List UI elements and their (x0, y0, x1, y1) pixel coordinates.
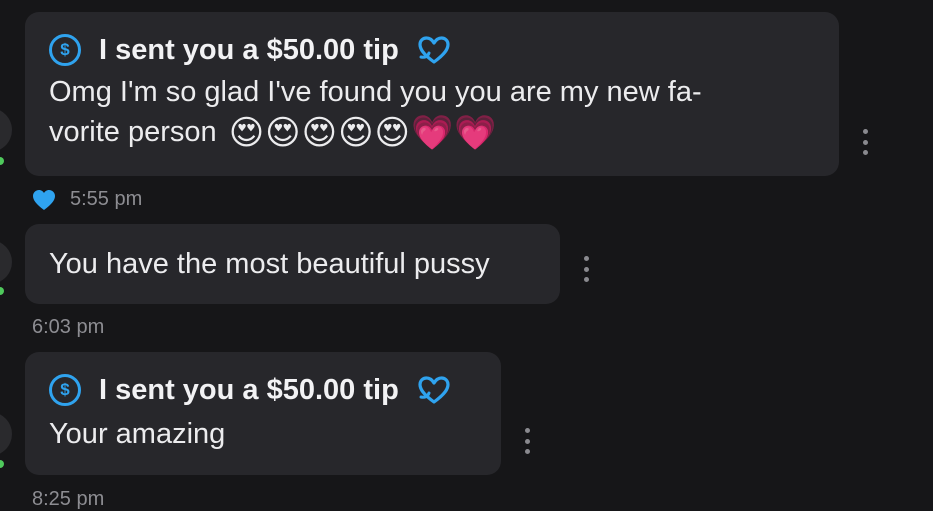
heart-outline-icon[interactable] (417, 35, 451, 65)
message-text: You have the most beautiful pussy (49, 248, 490, 280)
message-text: Your amazing (49, 418, 226, 450)
kebab-menu-icon[interactable] (579, 256, 593, 282)
message-bubble[interactable]: You have the most beautiful pussy (25, 224, 560, 304)
heart-eyes-emoji: 😍 (228, 114, 265, 153)
pink-heart-emoji: 💗 (454, 114, 497, 153)
message-line: vorite person 😍 😍 😍 😍 😍 💗 💗 (49, 112, 839, 152)
heart-filled-icon[interactable] (32, 189, 56, 211)
timestamp-text: 5:55 pm (70, 188, 143, 210)
message-bubble-tip[interactable]: $ I sent you a $50.00 tip Your amazing (25, 352, 501, 475)
sender-avatar[interactable] (0, 108, 12, 152)
emoji-group: 😍 😍 😍 😍 😍 💗 💗 (229, 116, 497, 150)
message-timestamp: 6:03 pm (32, 316, 104, 339)
heart-eyes-emoji: 😍 (338, 114, 374, 153)
message-timestamp: 8:25 pm (32, 488, 104, 511)
message-text: Omg I'm so glad I've found you you are m… (49, 72, 839, 152)
tip-header: $ I sent you a $50.00 tip (49, 30, 839, 70)
sender-avatar[interactable] (0, 412, 12, 456)
dollar-circle-icon: $ (49, 374, 81, 406)
timestamp-text: 8:25 pm (32, 488, 105, 510)
dollar-circle-icon: $ (49, 34, 81, 66)
heart-eyes-emoji: 😍 (265, 114, 301, 153)
online-indicator (0, 157, 4, 165)
message-timestamp: 5:55 pm (32, 188, 142, 211)
pink-heart-emoji: 💗 (410, 114, 454, 153)
tip-amount-label: I sent you a $50.00 tip (99, 33, 399, 66)
message-line: Omg I'm so glad I've found you you are m… (49, 76, 702, 108)
sender-avatar[interactable] (0, 240, 12, 284)
kebab-menu-icon[interactable] (858, 129, 872, 155)
tip-header: $ I sent you a $50.00 tip (49, 370, 501, 410)
heart-eyes-emoji: 😍 (301, 114, 338, 153)
online-indicator (0, 460, 4, 468)
message-bubble-tip[interactable]: $ I sent you a $50.00 tip Omg I'm so gla… (25, 12, 839, 176)
heart-outline-icon[interactable] (417, 375, 451, 405)
tip-amount-label: I sent you a $50.00 tip (99, 373, 399, 406)
message-line-text: vorite person (49, 116, 217, 148)
timestamp-text: 6:03 pm (32, 316, 105, 338)
kebab-menu-icon[interactable] (520, 428, 534, 454)
heart-eyes-emoji: 😍 (374, 114, 410, 153)
online-indicator (0, 287, 4, 295)
